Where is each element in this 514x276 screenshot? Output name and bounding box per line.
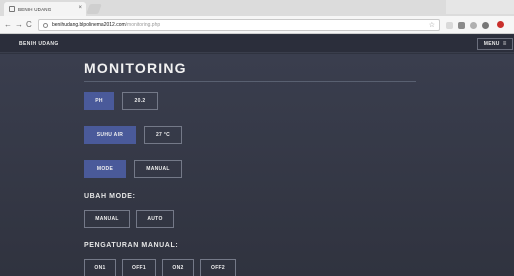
off2-button[interactable]: OFF2 bbox=[200, 259, 236, 276]
ph-label: PH bbox=[84, 92, 114, 110]
manual-mode-button[interactable]: MANUAL bbox=[84, 210, 130, 228]
change-mode-label: UBAH MODE: bbox=[84, 193, 136, 200]
back-icon[interactable]: ← bbox=[4, 20, 12, 30]
tab-title: BENIH UDANG bbox=[18, 6, 52, 12]
close-icon[interactable]: × bbox=[78, 5, 82, 11]
on1-button[interactable]: ON1 bbox=[84, 259, 116, 276]
new-tab-button[interactable] bbox=[86, 4, 102, 14]
browser-tab-strip: BENIH UDANG × bbox=[0, 0, 514, 16]
url-host: benihudang.blpolinema2012.com bbox=[52, 22, 126, 28]
temperature-label: SUHU AIR bbox=[84, 126, 136, 144]
extension-icon[interactable] bbox=[470, 22, 477, 29]
auto-mode-button[interactable]: AUTO bbox=[136, 210, 174, 228]
ph-value: 20.2 bbox=[122, 92, 158, 110]
brand-logo[interactable]: BENIH UDANG bbox=[19, 41, 59, 47]
url-path: /monitoring.php bbox=[125, 22, 161, 28]
address-bar[interactable]: benihudang.blpolinema2012.com /monitorin… bbox=[38, 19, 440, 31]
mode-label: MODE bbox=[84, 160, 126, 178]
extension-icon[interactable] bbox=[446, 22, 453, 29]
reload-icon[interactable]: C bbox=[26, 20, 32, 30]
browser-tab[interactable]: BENIH UDANG × bbox=[4, 2, 86, 16]
title-divider bbox=[84, 81, 416, 82]
manual-settings-label: PENGATURAN MANUAL: bbox=[84, 242, 179, 249]
mode-value: MANUAL bbox=[134, 160, 182, 178]
window-controls bbox=[446, 0, 514, 14]
menu-label: MENU bbox=[483, 41, 500, 47]
info-icon[interactable] bbox=[43, 22, 48, 28]
extension-icon[interactable] bbox=[482, 22, 489, 29]
hamburger-icon: ≡ bbox=[502, 41, 507, 47]
on2-button[interactable]: ON2 bbox=[162, 259, 194, 276]
menu-button[interactable]: MENU ≡ bbox=[477, 38, 513, 50]
browser-toolbar: ← → C benihudang.blpolinema2012.com /mon… bbox=[0, 16, 514, 34]
forward-icon[interactable]: → bbox=[15, 20, 23, 30]
bookmark-star-icon[interactable]: ☆ bbox=[429, 21, 435, 29]
profile-icon[interactable] bbox=[497, 21, 504, 28]
extension-icon[interactable] bbox=[458, 22, 465, 29]
off1-button[interactable]: OFF1 bbox=[122, 259, 156, 276]
main-content: MONITORING PH 20.2 SUHU AIR 27 °C MODE M… bbox=[0, 54, 514, 276]
temperature-value: 27 °C bbox=[144, 126, 182, 144]
page-title: MONITORING bbox=[84, 60, 187, 76]
site-header: BENIH UDANG MENU ≡ bbox=[0, 35, 514, 53]
page-icon bbox=[9, 6, 15, 12]
